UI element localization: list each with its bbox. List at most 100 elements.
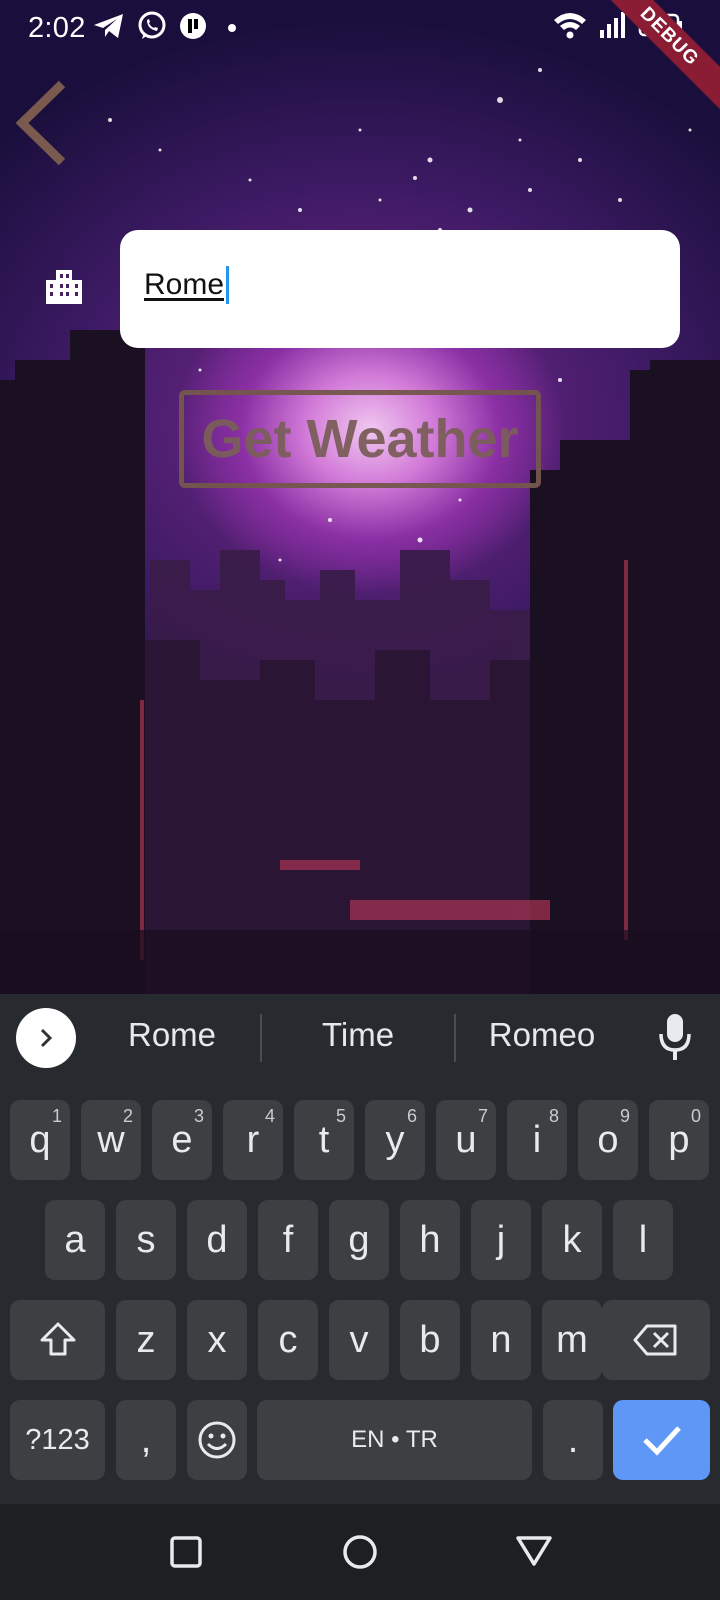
key-c[interactable]: c — [258, 1300, 318, 1380]
key-h[interactable]: h — [400, 1200, 460, 1280]
period-key[interactable]: . — [543, 1400, 603, 1480]
symbols-key[interactable]: ?123 — [10, 1400, 105, 1480]
key-m[interactable]: m — [542, 1300, 602, 1380]
key-a[interactable]: a — [45, 1200, 105, 1280]
key-v[interactable]: v — [329, 1300, 389, 1380]
city-input-value[interactable]: Rome — [144, 268, 224, 302]
key-t-label: t — [318, 1118, 330, 1161]
system-navigation-bar — [0, 1504, 720, 1600]
checkmark-icon — [642, 1426, 681, 1456]
telegram-icon — [94, 14, 123, 38]
key-u-label: u — [455, 1118, 477, 1161]
signal-icon — [600, 12, 625, 38]
key-g-label: g — [348, 1218, 370, 1261]
space-key[interactable]: EN • TR — [257, 1400, 532, 1480]
suggestion-strip: Rome Time Romeo — [0, 994, 720, 1084]
key-j[interactable]: j — [471, 1200, 531, 1280]
home-button[interactable] — [338, 1530, 382, 1574]
backspace-icon — [633, 1324, 677, 1356]
done-key[interactable] — [613, 1400, 710, 1480]
shift-icon — [40, 1322, 75, 1356]
key-n[interactable]: n — [471, 1300, 531, 1380]
key-w[interactable]: w2 — [81, 1100, 141, 1180]
key-e-label: e — [171, 1118, 193, 1161]
key-t[interactable]: t5 — [294, 1100, 354, 1180]
key-i-hint: 8 — [548, 1106, 559, 1126]
key-z-label: z — [136, 1318, 156, 1361]
key-q[interactable]: q1 — [10, 1100, 70, 1180]
key-a-label: a — [64, 1218, 86, 1261]
key-d[interactable]: d — [187, 1200, 247, 1280]
expand-toolbar-button[interactable] — [16, 1008, 76, 1068]
key-e[interactable]: e3 — [152, 1100, 212, 1180]
suggestion-divider — [260, 1014, 262, 1062]
key-p-label: p — [668, 1118, 690, 1161]
key-w-label: w — [97, 1118, 125, 1161]
key-e-hint: 3 — [193, 1106, 204, 1126]
city-skyline-illustration — [0, 68, 720, 994]
key-r[interactable]: r4 — [223, 1100, 283, 1180]
key-j-label: j — [496, 1218, 506, 1261]
key-k[interactable]: k — [542, 1200, 602, 1280]
get-weather-button[interactable]: Get Weather — [179, 390, 541, 488]
key-v-label: v — [349, 1318, 369, 1361]
key-f-label: f — [282, 1218, 294, 1261]
key-y[interactable]: y6 — [365, 1100, 425, 1180]
back-button[interactable] — [12, 78, 76, 168]
backspace-key[interactable] — [602, 1300, 710, 1380]
suggestion-3[interactable]: Romeo — [452, 1016, 632, 1054]
key-n-label: n — [490, 1318, 512, 1361]
key-d-label: d — [206, 1218, 228, 1261]
key-r-hint: 4 — [264, 1106, 275, 1126]
shift-key[interactable] — [10, 1300, 105, 1380]
key-c-label: c — [278, 1318, 298, 1361]
key-b[interactable]: b — [400, 1300, 460, 1380]
mic-icon[interactable] — [655, 1012, 695, 1062]
emoji-icon — [198, 1421, 236, 1459]
wifi-icon — [554, 13, 586, 39]
comma-key[interactable]: , — [116, 1400, 176, 1480]
recent-apps-button[interactable] — [164, 1530, 208, 1574]
key-i-label: i — [532, 1118, 542, 1161]
key-g[interactable]: g — [329, 1200, 389, 1280]
city-background-image — [0, 0, 720, 994]
key-o-hint: 9 — [619, 1106, 630, 1126]
key-u[interactable]: u7 — [436, 1100, 496, 1180]
key-q-label: q — [29, 1118, 51, 1161]
suggestion-1[interactable]: Rome — [82, 1016, 262, 1054]
back-arrow-icon — [15, 80, 66, 166]
emoji-key[interactable] — [187, 1400, 247, 1480]
dot-icon — [228, 24, 236, 32]
key-y-hint: 6 — [406, 1106, 417, 1126]
location-city-icon — [46, 270, 82, 304]
back-nav-button[interactable] — [512, 1530, 556, 1574]
key-i[interactable]: i8 — [507, 1100, 567, 1180]
soft-keyboard: Rome Time Romeo ?123 , EN • TR . q 1 w 2… — [0, 994, 720, 1504]
key-x[interactable]: x — [187, 1300, 247, 1380]
key-y-label: y — [385, 1118, 405, 1161]
key-k-label: k — [562, 1218, 582, 1261]
key-o[interactable]: o9 — [578, 1100, 638, 1180]
key-o-label: o — [597, 1118, 619, 1161]
key-b-label: b — [419, 1318, 441, 1361]
key-p-hint: 0 — [690, 1106, 701, 1126]
key-s[interactable]: s — [116, 1200, 176, 1280]
key-p[interactable]: p0 — [649, 1100, 709, 1180]
city-name-field[interactable]: Rome — [120, 230, 680, 348]
key-t-hint: 5 — [335, 1106, 346, 1126]
key-x-label: x — [207, 1318, 227, 1361]
app-icon — [180, 13, 206, 39]
key-h-label: h — [419, 1218, 441, 1261]
key-f[interactable]: f — [258, 1200, 318, 1280]
key-l-label: l — [638, 1218, 648, 1261]
key-l[interactable]: l — [613, 1200, 673, 1280]
key-s-label: s — [136, 1218, 156, 1261]
notification-icons — [92, 10, 238, 42]
key-z[interactable]: z — [116, 1300, 176, 1380]
text-cursor — [226, 266, 229, 304]
key-m-label: m — [556, 1318, 588, 1361]
suggestion-2[interactable]: Time — [268, 1016, 448, 1054]
status-bar: 2:02 DEBUG — [0, 0, 720, 115]
chevron-right-icon — [40, 1028, 53, 1048]
key-q-hint: 1 — [51, 1106, 62, 1126]
